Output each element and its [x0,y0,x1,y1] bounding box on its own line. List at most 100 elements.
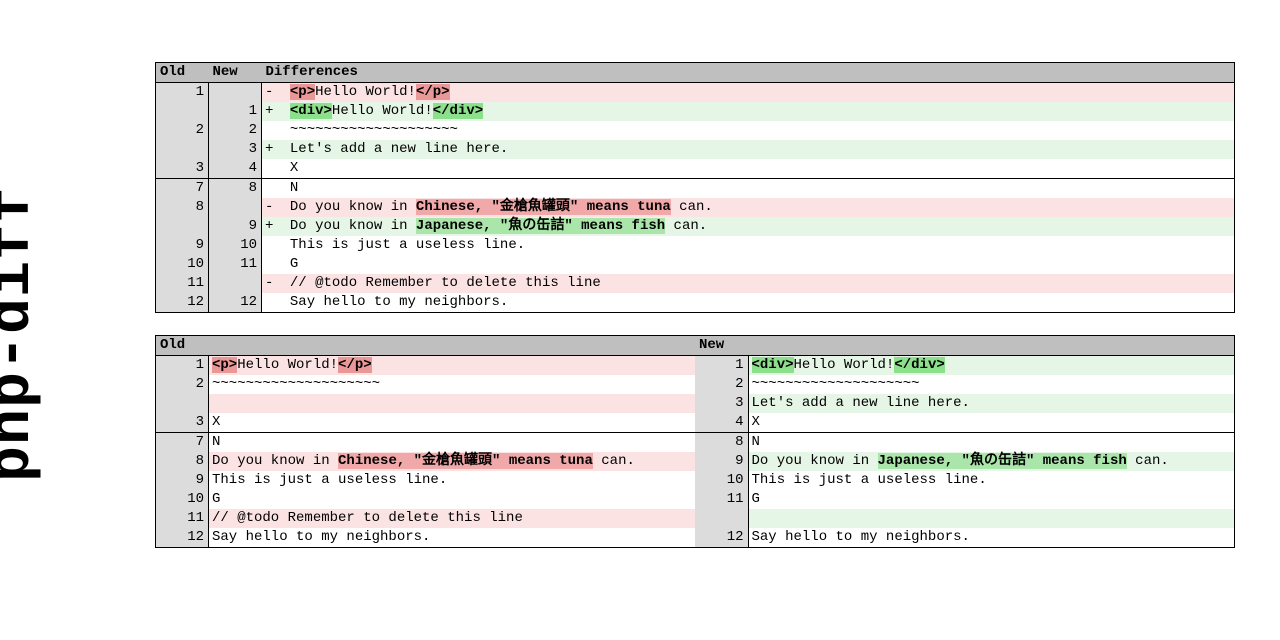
diff-sign [262,293,282,313]
old-line-number: 9 [156,236,209,255]
new-line-number: 1 [695,356,748,376]
diff-row: 1- <p>Hello World!</p> [156,83,1235,103]
new-line-number [209,83,262,103]
new-line-number: 4 [695,413,748,433]
new-code: Do you know in Japanese, "魚の缶詰" means fi… [748,452,1235,471]
old-code: This is just a useless line. [209,471,696,490]
header-old: Old [156,63,209,83]
old-line-number: 12 [156,528,209,548]
old-code: G [209,490,696,509]
new-line-number: 2 [695,375,748,394]
new-line-number: 3 [695,394,748,413]
new-line-number: 10 [695,471,748,490]
new-line-number: 12 [209,293,262,313]
new-line-number: 11 [209,255,262,274]
new-line-number: 9 [209,217,262,236]
diff-code: // @todo Remember to delete this line [282,274,1235,293]
old-code: // @todo Remember to delete this line [209,509,696,528]
new-line-number [695,509,748,528]
diff-row: 22 ~~~~~~~~~~~~~~~~~~~~ [156,121,1235,140]
diff-code: Say hello to my neighbors. [282,293,1235,313]
diff-row: 11// @todo Remember to delete this line [156,509,1235,528]
diff-row: 7N8N [156,433,1235,453]
old-line-number: 10 [156,490,209,509]
new-code: Say hello to my neighbors. [748,528,1235,548]
diff-sign: - [262,198,282,217]
diff-sign: - [262,274,282,293]
old-line-number: 2 [156,375,209,394]
old-code: ~~~~~~~~~~~~~~~~~~~~ [209,375,696,394]
old-line-number: 7 [156,179,209,199]
diff-sign [262,255,282,274]
header-diff: Differences [262,63,1235,83]
project-title: php-diff [0,186,47,482]
new-code: <div>Hello World!</div> [748,356,1235,376]
old-line-number: 10 [156,255,209,274]
new-code: X [748,413,1235,433]
old-code [209,394,696,413]
diff-row: 34 X [156,159,1235,179]
diff-code: <div>Hello World!</div> [282,102,1235,121]
diff-row: 910 This is just a useless line. [156,236,1235,255]
new-code: Let's add a new line here. [748,394,1235,413]
old-line-number: 11 [156,509,209,528]
diff-row: 1212 Say hello to my neighbors. [156,293,1235,313]
side-by-side-diff-table: Old New 1<p>Hello World!</p>1<div>Hello … [155,335,1235,548]
old-line-number: 3 [156,159,209,179]
old-line-number: 12 [156,293,209,313]
diff-sign [262,236,282,255]
old-line-number: 3 [156,413,209,433]
new-line-number: 3 [209,140,262,159]
diff-row: 9+ Do you know in Japanese, "魚の缶詰" means… [156,217,1235,236]
old-code: Do you know in Chinese, "金槍魚罐頭" means tu… [209,452,696,471]
old-line-number: 7 [156,433,209,453]
new-line-number: 8 [209,179,262,199]
new-line-number [209,198,262,217]
diff-code: N [282,179,1235,199]
diff-row: 1<p>Hello World!</p>1<div>Hello World!</… [156,356,1235,376]
new-code: ~~~~~~~~~~~~~~~~~~~~ [748,375,1235,394]
diff-row: 8Do you know in Chinese, "金槍魚罐頭" means t… [156,452,1235,471]
new-line-number: 1 [209,102,262,121]
old-line-number [156,102,209,121]
diff-row: 2~~~~~~~~~~~~~~~~~~~~2~~~~~~~~~~~~~~~~~~… [156,375,1235,394]
old-line-number: 11 [156,274,209,293]
diff-sign: + [262,102,282,121]
new-code: N [748,433,1235,453]
old-code: <p>Hello World!</p> [209,356,696,376]
diff-row: 9This is just a useless line.10This is j… [156,471,1235,490]
old-line-number: 9 [156,471,209,490]
old-line-number: 8 [156,198,209,217]
new-line-number [209,274,262,293]
old-line-number: 8 [156,452,209,471]
old-code: N [209,433,696,453]
old-line-number: 1 [156,83,209,103]
diff-row: 1+ <div>Hello World!</div> [156,102,1235,121]
old-line-number: 2 [156,121,209,140]
diff-row: 3Let's add a new line here. [156,394,1235,413]
new-line-number: 9 [695,452,748,471]
diff-code: Do you know in Japanese, "魚の缶詰" means fi… [282,217,1235,236]
new-code [748,509,1235,528]
header-new: New [209,63,262,83]
new-line-number: 8 [695,433,748,453]
old-line-number [156,394,209,413]
new-line-number: 10 [209,236,262,255]
old-line-number: 1 [156,356,209,376]
new-line-number: 12 [695,528,748,548]
new-line-number: 2 [209,121,262,140]
diff-row: 8- Do you know in Chinese, "金槍魚罐頭" means… [156,198,1235,217]
diff-row: 3+ Let's add a new line here. [156,140,1235,159]
old-line-number [156,217,209,236]
diff-code: X [282,159,1235,179]
sbs-header-old: Old [156,336,696,356]
diff-code: ~~~~~~~~~~~~~~~~~~~~ [282,121,1235,140]
diff-code: This is just a useless line. [282,236,1235,255]
diff-code: <p>Hello World!</p> [282,83,1235,103]
sbs-header-new: New [695,336,1235,356]
new-line-number: 4 [209,159,262,179]
diff-row: 78 N [156,179,1235,199]
diff-code: G [282,255,1235,274]
new-line-number: 11 [695,490,748,509]
diff-row: 11 - // @todo Remember to delete this lin… [156,274,1235,293]
